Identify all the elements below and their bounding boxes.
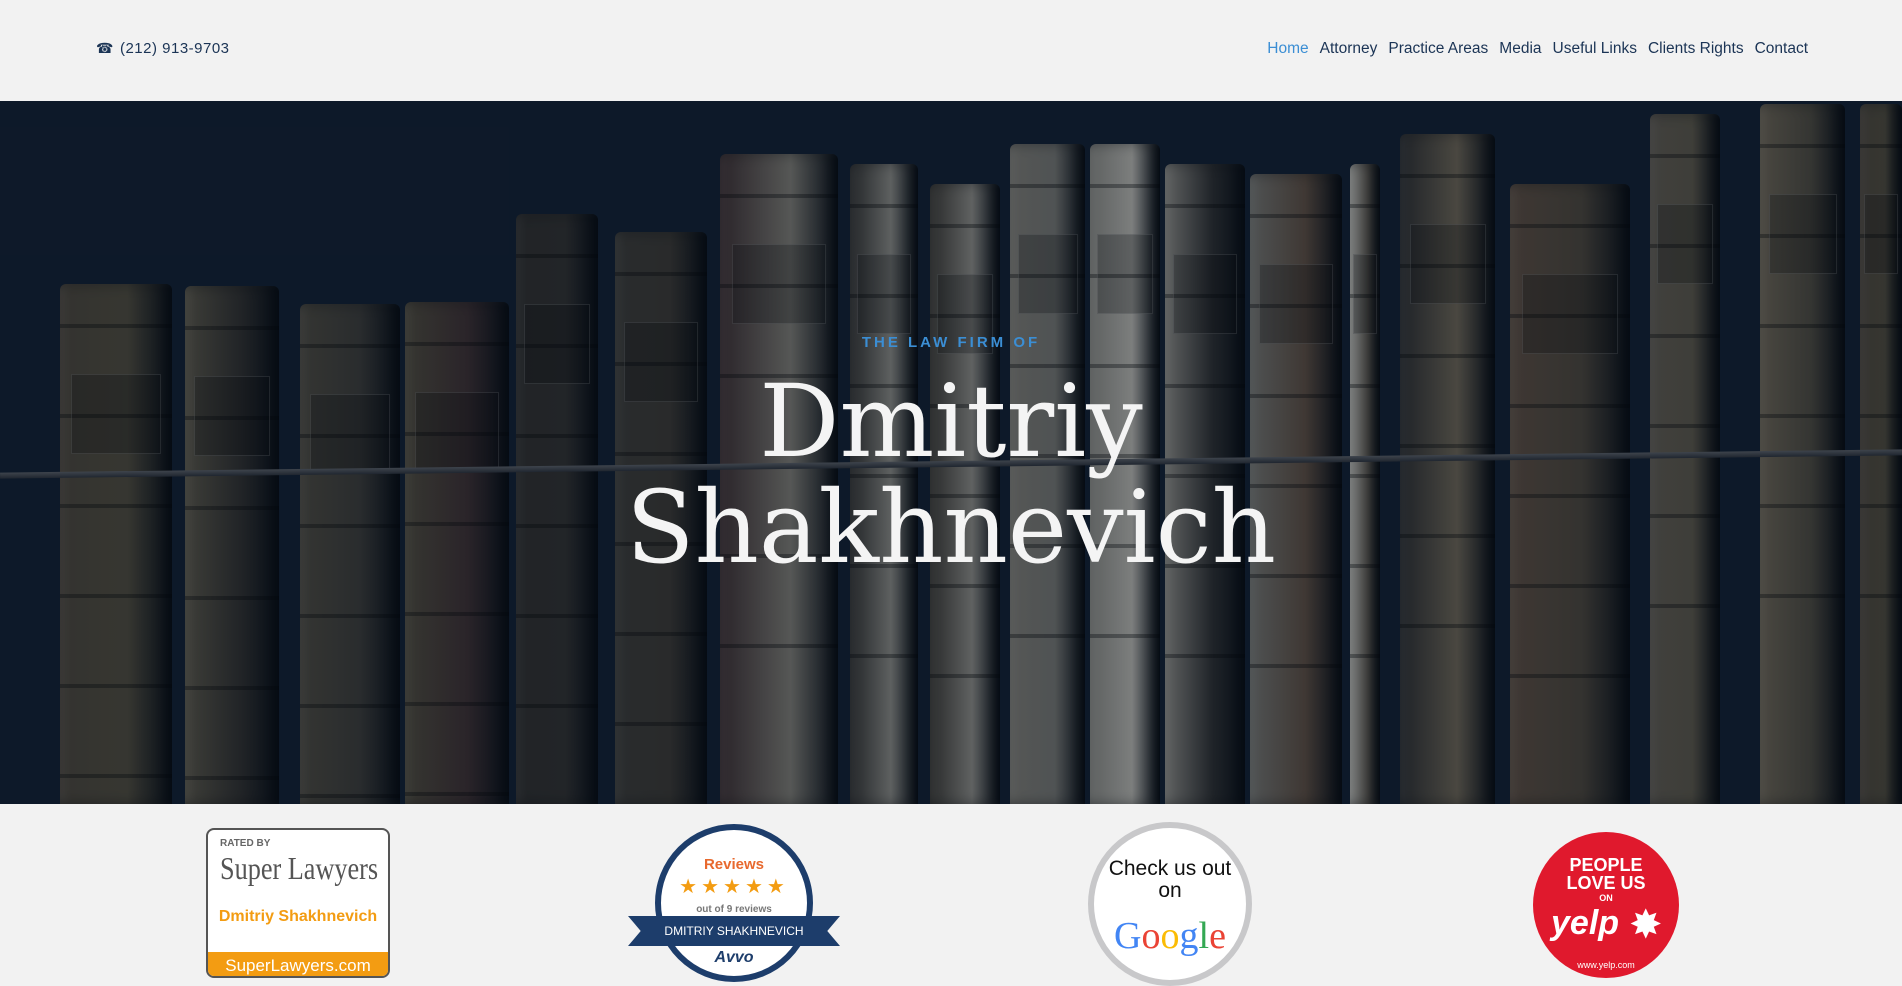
nav-home[interactable]: Home	[1267, 40, 1308, 58]
yelp-url: www.yelp.com	[1577, 960, 1635, 970]
google-text: Check us out on	[1094, 858, 1246, 902]
nav-contact[interactable]: Contact	[1755, 40, 1808, 58]
site-header: ☎ (212) 913-9703 Home Attorney Practice …	[0, 0, 1902, 101]
superlawyers-badge[interactable]: RATED BY Super Lawyers Dmitriy Shakhnevi…	[206, 828, 390, 978]
yelp-logo: yelp	[1551, 904, 1620, 942]
avvo-logo: Avvo	[714, 949, 754, 966]
yelp-text: PEOPLE LOVE US	[1566, 855, 1646, 893]
avvo-badge[interactable]: Reviews ★★★★★ out of 9 reviews DMITRIY S…	[628, 824, 840, 984]
superlawyers-brand: Super Lawyers	[220, 850, 379, 886]
nav-useful-links[interactable]: Useful Links	[1553, 40, 1637, 58]
google-badge[interactable]: Check us out on Google	[1088, 822, 1252, 986]
hero-title-line2: Shakhnevich	[626, 469, 1276, 586]
nav-practice-areas[interactable]: Practice Areas	[1388, 40, 1488, 58]
superlawyers-rated: RATED BY	[220, 838, 271, 849]
hero-kicker: THE LAW FIRM OF	[861, 334, 1041, 351]
google-text-line2: on	[1158, 879, 1182, 902]
yelp-burst-icon: ✸	[1629, 903, 1663, 947]
main-nav: Home Attorney Practice Areas Media Usefu…	[1267, 40, 1808, 58]
avvo-reviews: Reviews	[703, 856, 765, 873]
badges-section: RATED BY Super Lawyers Dmitriy Shakhnevi…	[0, 804, 1902, 986]
google-text-line1: Check us out	[1108, 857, 1232, 880]
superlawyers-name: Dmitriy Shakhnevich	[218, 908, 378, 925]
avvo-stars: ★★★★★	[679, 876, 789, 898]
yelp-badge[interactable]: PEOPLE LOVE US ON yelp ✸ www.yelp.com	[1533, 832, 1679, 978]
phone-icon: ☎	[96, 40, 114, 56]
avvo-ribbon: DMITRIY SHAKHNEVICH	[628, 916, 840, 946]
superlawyers-url: SuperLawyers.com	[208, 952, 388, 976]
avvo-out-of: out of 9 reviews	[696, 904, 772, 915]
google-logo: Google	[1114, 915, 1226, 957]
nav-media[interactable]: Media	[1499, 40, 1541, 58]
nav-clients-rights[interactable]: Clients Rights	[1648, 40, 1744, 58]
nav-attorney[interactable]: Attorney	[1320, 40, 1378, 58]
phone-text[interactable]: (212) 913-9703	[120, 40, 230, 57]
hero-banner: THE LAW FIRM OF Dmitriy Shakhnevich	[0, 101, 1902, 804]
phone-number[interactable]: ☎ (212) 913-9703	[96, 40, 230, 57]
hero-title: Dmitriy Shakhnevich	[0, 369, 1902, 581]
hero-title-line1: Dmitriy	[759, 363, 1143, 480]
